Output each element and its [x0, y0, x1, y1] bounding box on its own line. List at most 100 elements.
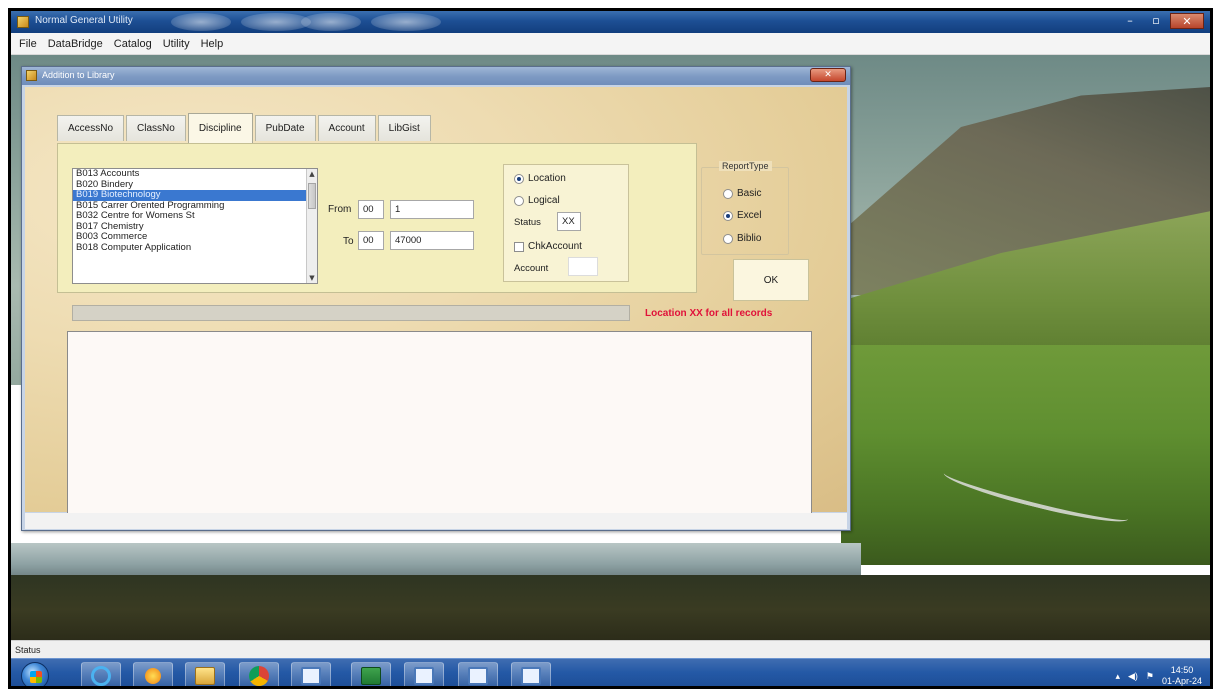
- discipline-listbox[interactable]: B013 Accounts B020 Bindery B019 Biotechn…: [72, 168, 318, 284]
- title-glow: [301, 13, 361, 31]
- maximize-button[interactable]: ▫: [1144, 13, 1168, 29]
- screen: Normal General Utility – ▫ ✕ File DataBr…: [0, 0, 1220, 695]
- list-item[interactable]: B013 Accounts: [73, 169, 317, 180]
- title-glow: [371, 13, 441, 31]
- status-bar-label: Status: [15, 645, 41, 655]
- tab-account[interactable]: Account: [317, 115, 376, 141]
- system-tray: ▴ ◀) ⚑ 14:50 01-Apr-24: [1115, 665, 1202, 686]
- taskbar-window[interactable]: [404, 662, 444, 686]
- report-basic-row[interactable]: Basic: [723, 188, 761, 199]
- addition-to-library-dialog: Addition to Library ✕ AccessNo ClassNo D…: [21, 66, 851, 531]
- scroll-down-arrow-icon[interactable]: ▼: [307, 273, 317, 283]
- wallpaper-ground: [11, 575, 1210, 640]
- menu-help[interactable]: Help: [201, 38, 224, 50]
- report-excel-row[interactable]: Excel: [723, 210, 761, 221]
- report-basic-label: Basic: [737, 188, 762, 199]
- window-icon: [468, 667, 488, 685]
- tab-pubdate[interactable]: PubDate: [254, 115, 316, 141]
- taskbar-window[interactable]: [511, 662, 551, 686]
- clock-date: 01-Apr-24: [1161, 676, 1202, 686]
- chrome-icon: [249, 666, 269, 686]
- location-radio-label: Location: [528, 173, 566, 184]
- to-prefix-field[interactable]: 00: [358, 231, 384, 250]
- account-field[interactable]: [568, 257, 598, 276]
- to-value-field[interactable]: 47000: [390, 231, 474, 250]
- menu-catalog[interactable]: Catalog: [114, 38, 152, 50]
- logical-radio-row[interactable]: Logical: [514, 195, 560, 206]
- report-excel-radio[interactable]: [723, 210, 733, 221]
- status-field[interactable]: XX: [557, 212, 581, 231]
- status-label: Status: [514, 217, 541, 228]
- location-radio-row[interactable]: Location: [514, 173, 566, 184]
- wallpaper-valley: [841, 345, 1210, 565]
- ok-button[interactable]: OK: [733, 259, 809, 301]
- internet-explorer-icon: [91, 666, 111, 686]
- logical-radio-label: Logical: [528, 195, 560, 206]
- from-prefix-field[interactable]: 00: [358, 200, 384, 219]
- taskbar-window[interactable]: [458, 662, 498, 686]
- taskbar-excel[interactable]: [351, 662, 391, 686]
- windows-logo-icon: [30, 671, 42, 683]
- flag-icon[interactable]: ⚑: [1146, 671, 1154, 682]
- media-player-icon: [145, 668, 161, 684]
- dialog-title: Addition to Library: [42, 70, 115, 80]
- excel-icon: [361, 667, 381, 685]
- progress-bar: [72, 305, 630, 321]
- location-radio[interactable]: [514, 173, 524, 184]
- taskbar-file-explorer[interactable]: [185, 662, 225, 686]
- dialog-title-bar[interactable]: Addition to Library ✕: [22, 67, 850, 85]
- taskbar: ▴ ◀) ⚑ 14:50 01-Apr-24: [11, 658, 1210, 686]
- window-icon: [301, 667, 321, 685]
- start-button[interactable]: [21, 662, 49, 686]
- status-note: Location XX for all records: [645, 308, 773, 319]
- window-controls: – ▫ ✕: [1118, 13, 1204, 29]
- dialog-icon: [26, 70, 37, 81]
- tray-arrow-icon[interactable]: ▴: [1115, 671, 1120, 682]
- app-title-bar[interactable]: Normal General Utility – ▫ ✕: [11, 11, 1210, 33]
- report-biblio-row[interactable]: Biblio: [723, 233, 761, 244]
- tab-libgist[interactable]: LibGist: [377, 115, 431, 141]
- taskbar-window[interactable]: [291, 662, 331, 686]
- from-label: From: [328, 204, 352, 215]
- report-type-legend: ReportType: [719, 161, 772, 171]
- dialog-body: AccessNo ClassNo Discipline PubDate Acco…: [25, 87, 847, 515]
- clock-time: 14:50: [1170, 665, 1194, 675]
- to-label: To: [343, 236, 354, 247]
- report-biblio-label: Biblio: [737, 233, 762, 244]
- taskbar-media-player[interactable]: [133, 662, 173, 686]
- title-glow: [171, 13, 231, 31]
- report-excel-label: Excel: [737, 210, 762, 221]
- output-area[interactable]: [67, 331, 812, 515]
- volume-icon[interactable]: ◀): [1128, 671, 1138, 682]
- menu-bar: File DataBridge Catalog Utility Help: [11, 33, 1210, 55]
- logical-radio[interactable]: [514, 195, 524, 206]
- taskbar-chrome[interactable]: [239, 662, 279, 686]
- window-icon: [521, 667, 541, 685]
- list-item[interactable]: B018 Computer Application: [73, 242, 317, 254]
- from-value-field[interactable]: 1: [390, 200, 474, 219]
- list-item[interactable]: B032 Centre for Womens St: [73, 210, 317, 222]
- list-item[interactable]: B003 Commerce: [73, 231, 317, 243]
- listbox-scrollbar[interactable]: ▲ ▼: [306, 169, 317, 283]
- close-button[interactable]: ✕: [1170, 13, 1204, 29]
- menu-file[interactable]: File: [19, 38, 37, 50]
- status-bar: Status: [11, 640, 1210, 658]
- list-item-selected[interactable]: B019 Biotechnology: [73, 189, 317, 201]
- clock[interactable]: 14:50 01-Apr-24: [1161, 665, 1202, 686]
- report-basic-radio[interactable]: [723, 188, 733, 199]
- chkaccount-checkbox[interactable]: [514, 241, 524, 252]
- scroll-up-arrow-icon[interactable]: ▲: [307, 169, 317, 179]
- tab-discipline[interactable]: Discipline: [187, 113, 253, 143]
- location-group: Location Logical Status XX ChkAccount Ac…: [503, 164, 629, 282]
- tab-accessno[interactable]: AccessNo: [57, 115, 125, 141]
- taskbar-internet-explorer[interactable]: [81, 662, 121, 686]
- folder-icon: [195, 667, 215, 685]
- dialog-close-button[interactable]: ✕: [810, 68, 846, 82]
- minimize-button[interactable]: –: [1118, 13, 1142, 29]
- report-biblio-radio[interactable]: [723, 233, 733, 244]
- scroll-thumb[interactable]: [308, 183, 316, 209]
- menu-databridge[interactable]: DataBridge: [48, 38, 103, 50]
- chkaccount-row[interactable]: ChkAccount: [514, 241, 582, 252]
- tab-classno[interactable]: ClassNo: [126, 115, 186, 141]
- menu-utility[interactable]: Utility: [163, 38, 190, 50]
